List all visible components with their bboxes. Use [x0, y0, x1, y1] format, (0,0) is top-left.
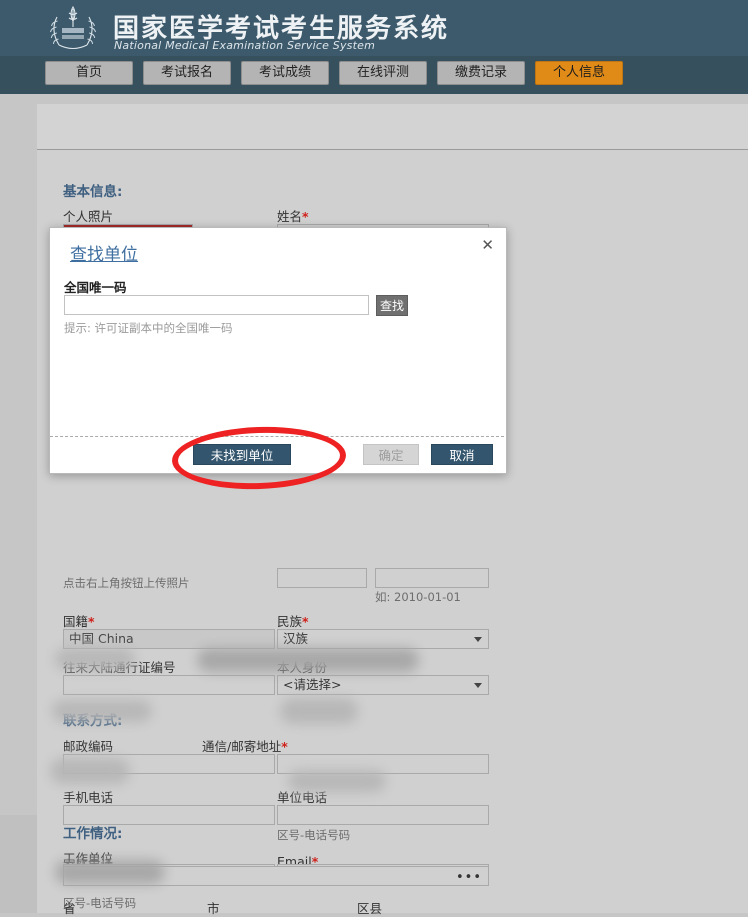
- personal-info-form: 基本信息: 个人照片 点击右上角按钮上传照片 姓名* 如: 2010-01-01…: [37, 104, 748, 913]
- required-mark: *: [302, 614, 309, 629]
- required-mark: *: [281, 739, 288, 754]
- label-name-text: 姓名: [277, 209, 302, 224]
- nav-tab-online-assessment[interactable]: 在线评测: [339, 61, 427, 85]
- label-ethnicity-text: 民族: [277, 614, 302, 629]
- dialog-title: 查找单位: [70, 240, 138, 265]
- brand-title-en: National Medical Examination Service Sys…: [114, 39, 375, 52]
- label-national-code: 全国唯一码: [64, 277, 127, 296]
- hint-national-code: 提示: 许可证副本中的全国唯一码: [64, 320, 233, 336]
- hint-photo-upload: 点击右上角按钮上传照片: [63, 575, 190, 591]
- close-icon[interactable]: ✕: [481, 238, 494, 253]
- main-nav: 首页 考试报名 考试成绩 在线评测 缴费记录 个人信息: [0, 56, 748, 94]
- label-ethnicity: 民族*: [277, 611, 309, 630]
- input-travel-permit[interactable]: [63, 675, 275, 695]
- input-nationality: 中国 China: [63, 629, 275, 649]
- label-postcode: 邮政编码: [63, 736, 113, 755]
- select-ethnicity-value: 汉族: [283, 630, 308, 648]
- select-identity[interactable]: <请选择>: [277, 675, 489, 695]
- section-title-work: 工作情况:: [63, 822, 122, 842]
- required-mark: *: [88, 614, 95, 629]
- redaction-postcode: [55, 648, 135, 670]
- redaction-home-phone: [50, 758, 130, 784]
- redaction-unit-phone: [280, 698, 358, 724]
- ellipsis-picker-icon[interactable]: •••: [456, 869, 482, 887]
- nav-tab-home[interactable]: 首页: [45, 61, 133, 85]
- nmec-logo-icon: [43, 3, 103, 53]
- unit-not-found-button[interactable]: 未找到单位: [193, 444, 291, 465]
- select-ethnicity[interactable]: 汉族: [277, 629, 489, 649]
- site-header: 国家医学考试考生服务系统 National Medical Examinatio…: [0, 0, 748, 56]
- nav-tab-exam-registration[interactable]: 考试报名: [143, 61, 231, 85]
- label-district: 区县: [357, 898, 382, 917]
- select-identity-value: <请选择>: [283, 676, 341, 694]
- hint-unit-phone-format: 区号-电话号码: [277, 827, 350, 843]
- label-nationality: 国籍*: [63, 611, 95, 630]
- nav-tab-payment-records[interactable]: 缴费记录: [437, 61, 525, 85]
- label-province: 省: [63, 898, 76, 917]
- nav-tab-personal-info[interactable]: 个人信息: [535, 61, 623, 85]
- label-name: 姓名*: [277, 206, 309, 225]
- label-photo: 个人照片: [63, 206, 113, 225]
- hint-birthdate-format: 如: 2010-01-01: [375, 589, 461, 605]
- redaction-address: [197, 648, 419, 672]
- page-left-gutter-shade: [0, 815, 37, 913]
- redaction-mobile: [52, 700, 152, 722]
- label-nationality-text: 国籍: [63, 614, 88, 629]
- label-address: 通信/邮寄地址*: [202, 736, 288, 755]
- dialog-footer-divider: [50, 436, 504, 437]
- label-address-text: 通信/邮寄地址: [202, 739, 281, 754]
- confirm-button: 确定: [363, 444, 419, 465]
- label-mobile: 手机电话: [63, 787, 113, 806]
- section-title-basic: 基本信息:: [63, 180, 122, 200]
- input-unit-phone[interactable]: [277, 805, 489, 825]
- nav-tab-exam-results[interactable]: 考试成绩: [241, 61, 329, 85]
- chevron-down-icon: [474, 637, 482, 642]
- search-unit-button[interactable]: 查找: [376, 295, 408, 316]
- cancel-button[interactable]: 取消: [431, 444, 493, 465]
- nav-tab-list: 首页 考试报名 考试成绩 在线评测 缴费记录 个人信息: [45, 61, 623, 85]
- content-panel: 基本信息: 个人照片 点击右上角按钮上传照片 姓名* 如: 2010-01-01…: [37, 104, 748, 913]
- redaction-employer: [55, 860, 165, 884]
- input-birthdate-extra[interactable]: [375, 568, 489, 588]
- required-mark: *: [302, 209, 309, 224]
- label-city: 市: [207, 898, 220, 917]
- redaction-email: [288, 770, 386, 792]
- chevron-down-icon: [474, 683, 482, 688]
- input-birthdate[interactable]: [277, 568, 367, 588]
- input-national-code[interactable]: [64, 295, 369, 315]
